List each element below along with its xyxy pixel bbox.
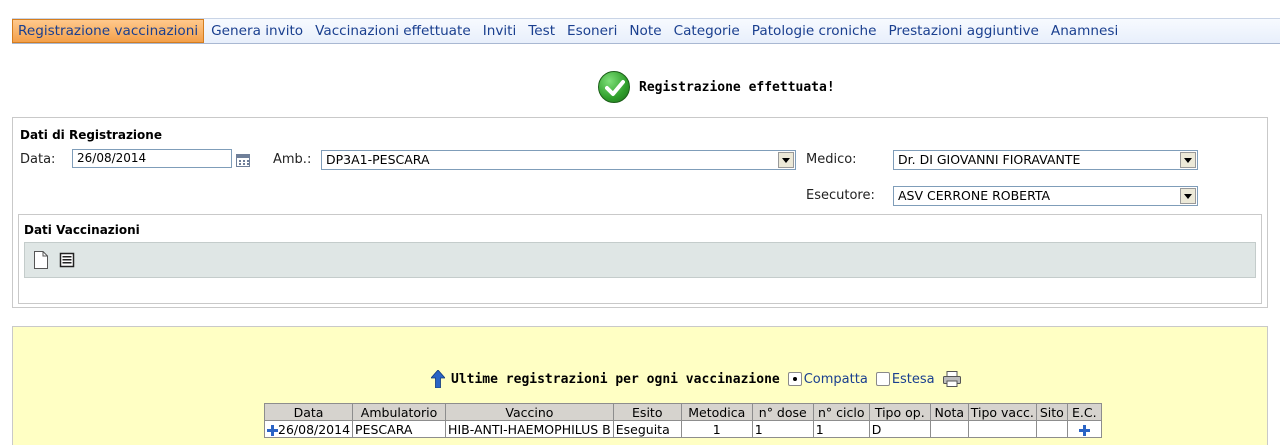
success-message: Registrazione effettuata!	[598, 70, 835, 104]
tab-inviti[interactable]: Inviti	[478, 20, 522, 43]
list-icon[interactable]	[59, 251, 75, 269]
table-header-row: Data Ambulatorio Vaccino Esito Metodica n° do…	[263, 403, 1102, 421]
chevron-down-icon[interactable]	[778, 152, 794, 168]
tab-test[interactable]: Test	[523, 20, 560, 43]
tab-strip: Registrazione vaccinazioni Genera invito V…	[12, 18, 1280, 44]
radio-estesa-label: Estesa	[891, 371, 935, 387]
ambulatorio-select[interactable]: DP3A1-PESCARA	[321, 150, 796, 170]
esecutore-value: ASV CERRONE ROBERTA	[898, 188, 1051, 203]
printer-icon[interactable]	[942, 371, 961, 387]
vaccinations-toolbar	[24, 242, 1256, 278]
table-cell	[929, 420, 969, 438]
table-cell	[967, 420, 1037, 438]
medico-select[interactable]: Dr. DI GIOVANNI FIORAVANTE	[893, 150, 1198, 170]
column-header[interactable]: Metodica	[680, 403, 753, 421]
table-row[interactable]: 26/08/2014 PESCARA HIB-ANTI-HAEMOPHILUS BE…	[263, 420, 1102, 438]
table-cell: 1	[751, 420, 814, 438]
calendar-icon[interactable]	[236, 154, 250, 167]
tab-vaccinazioni-effettuate[interactable]: Vaccinazioni effettuate	[310, 20, 476, 43]
column-header[interactable]: E.C.	[1066, 403, 1102, 421]
esecutore-label: Esecutore:	[806, 188, 875, 203]
column-header[interactable]: Vaccino	[445, 403, 614, 421]
table-cell	[1066, 420, 1102, 438]
tab-prestazioni-aggiuntive[interactable]: Prestazioni aggiuntive	[883, 20, 1043, 43]
column-header[interactable]: n° ciclo	[812, 403, 870, 421]
vaccinations-panel: Dati Vaccinazioni	[18, 214, 1262, 304]
tab-genera-invito[interactable]: Genera invito	[206, 20, 308, 43]
column-header[interactable]: Data	[263, 403, 354, 421]
table-cell: D	[868, 420, 931, 438]
tab-categorie[interactable]: Categorie	[669, 20, 745, 43]
tab-registrazione-vaccinazioni[interactable]: Registrazione vaccinazioni	[12, 19, 205, 43]
column-header[interactable]: Ambulatorio	[352, 403, 447, 421]
radio-estesa[interactable]: Estesa	[875, 371, 935, 387]
amb-label: Amb.:	[273, 152, 312, 167]
data-label: Data:	[20, 152, 56, 167]
arrow-up-icon[interactable]	[430, 369, 446, 389]
tab-esoneri[interactable]: Esoneri	[562, 20, 622, 43]
table-cell: 26/08/2014	[263, 420, 354, 438]
tab-patologie-croniche[interactable]: Patologie croniche	[747, 20, 882, 43]
expand-plus-icon[interactable]	[1078, 424, 1090, 436]
radio-button[interactable]	[787, 372, 802, 386]
table-cell: PESCARA	[352, 420, 447, 438]
radio-compatta[interactable]: Compatta	[787, 371, 868, 387]
registration-title: Dati di Registrazione	[20, 128, 162, 142]
table-cell: Eseguita	[612, 420, 682, 438]
chevron-down-icon[interactable]	[1180, 152, 1196, 168]
column-header[interactable]: Sito	[1035, 403, 1068, 421]
latest-registrations-area: Ultime registrazioni per ogni vaccinazio…	[12, 326, 1268, 445]
expand-plus-icon[interactable]	[267, 424, 278, 436]
date-field[interactable]: 26/08/2014	[72, 149, 232, 168]
cell-text: 26/08/2014	[278, 421, 351, 437]
success-text: Registrazione effettuata!	[639, 79, 835, 95]
column-header[interactable]: Tipo vacc.	[967, 403, 1037, 421]
medico-label: Medico:	[806, 152, 857, 167]
registration-panel: Dati di Registrazione Data: 26/08/2014 A…	[12, 117, 1268, 308]
column-header[interactable]: Tipo op.	[868, 403, 931, 421]
check-circle-icon	[598, 71, 630, 103]
medico-value: Dr. DI GIOVANNI FIORAVANTE	[898, 152, 1081, 167]
latest-title: Ultime registrazioni per ogni vaccinazio…	[451, 371, 780, 387]
esecutore-select[interactable]: ASV CERRONE ROBERTA	[893, 186, 1198, 206]
radio-compatta-label: Compatta	[803, 371, 868, 387]
tab-anamnesi[interactable]: Anamnesi	[1046, 20, 1123, 43]
table-cell	[1035, 420, 1068, 438]
column-header[interactable]: n° dose	[751, 403, 814, 421]
tab-bar: Registrazione vaccinazioni Genera invito V…	[0, 0, 1280, 46]
tab-note[interactable]: Note	[624, 20, 666, 43]
vaccinations-title: Dati Vaccinazioni	[24, 223, 140, 237]
radio-button[interactable]	[875, 372, 890, 386]
ambulatorio-value: DP3A1-PESCARA	[326, 152, 430, 167]
table-cell: HIB-ANTI-HAEMOPHILUS B	[445, 420, 614, 438]
new-document-icon[interactable]	[33, 251, 49, 269]
column-header[interactable]: Esito	[612, 403, 682, 421]
latest-table: Data Ambulatorio Vaccino Esito Metodica n° do…	[263, 403, 1102, 438]
chevron-down-icon[interactable]	[1180, 188, 1196, 204]
column-header[interactable]: Nota	[929, 403, 969, 421]
latest-header: Ultime registrazioni per ogni vaccinazio…	[430, 369, 961, 389]
table-cell: 1	[680, 420, 753, 438]
table-cell: 1	[812, 420, 870, 438]
